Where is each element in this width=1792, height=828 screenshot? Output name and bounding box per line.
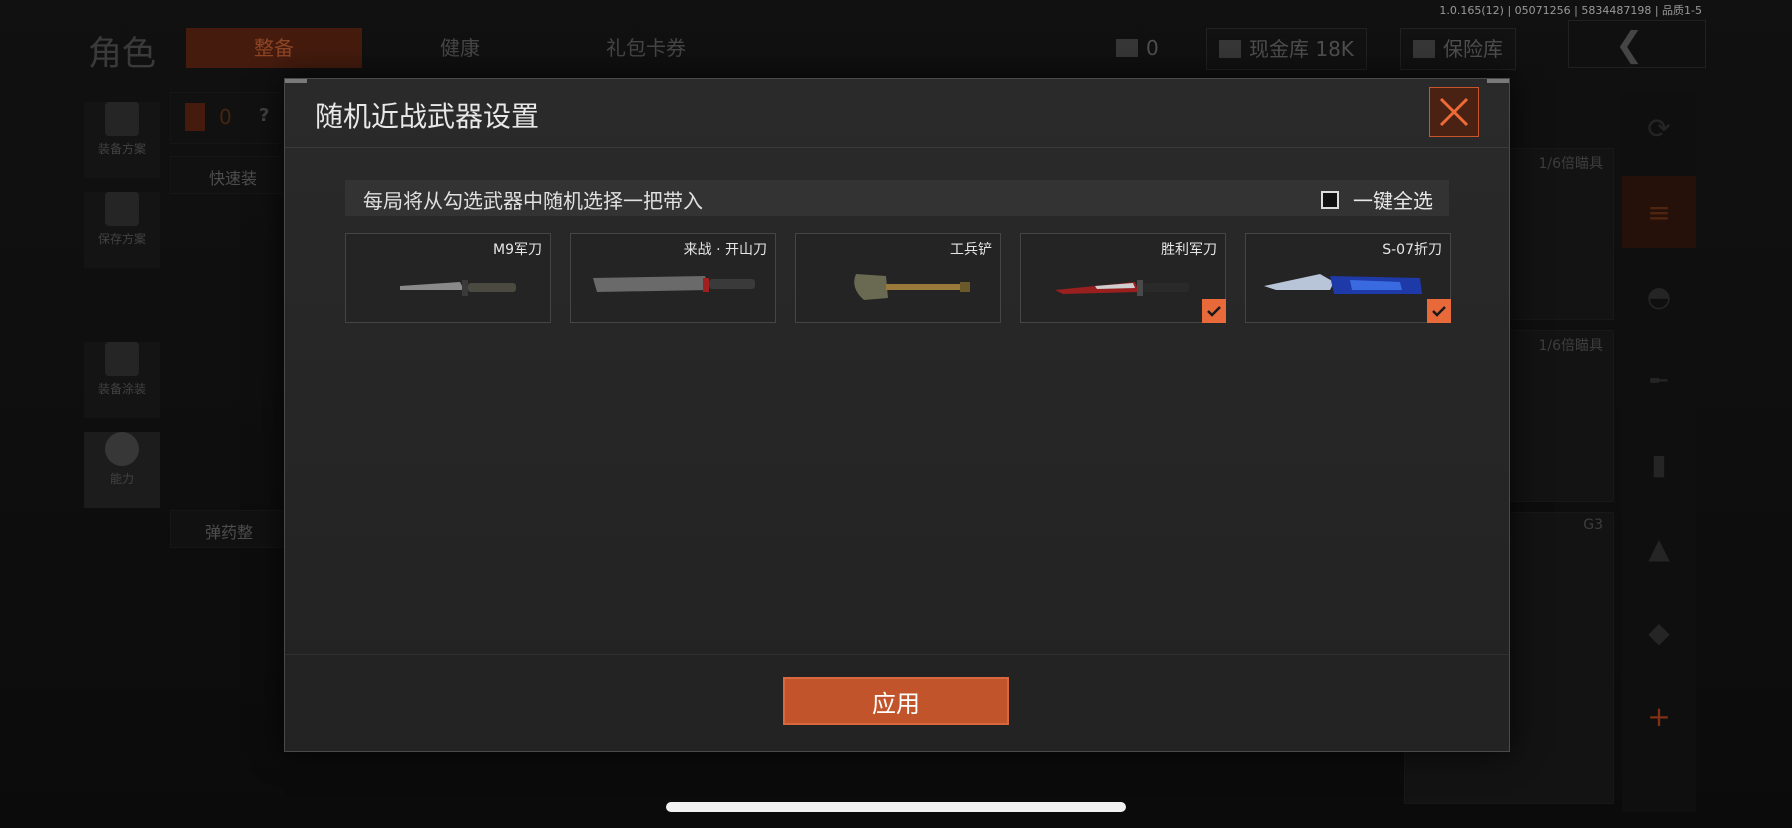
checkmark-icon [1207, 306, 1221, 317]
weapon-name: S-07折刀 [1382, 242, 1442, 258]
weapon-card-m9[interactable]: M9军刀 [345, 233, 551, 323]
select-all-checkbox[interactable] [1321, 190, 1339, 209]
machete-icon [593, 276, 755, 292]
weapon-card-s07-folding-knife[interactable]: S-07折刀 [1245, 233, 1451, 323]
close-icon [1439, 97, 1469, 127]
weapon-card-shovel[interactable]: 工兵铲 [795, 233, 1001, 323]
select-all-label: 一键全选 [1353, 189, 1433, 213]
weapon-card-victory-knife[interactable]: 胜利军刀 [1020, 233, 1226, 323]
info-bar: 每局将从勾选武器中随机选择一把带入 一键全选 [345, 180, 1449, 216]
folding-knife-icon [1264, 274, 1422, 294]
weapon-card-machete[interactable]: 来战 · 开山刀 [570, 233, 776, 323]
victory-knife-icon [1055, 280, 1189, 296]
info-text: 每局将从勾选武器中随机选择一把带入 [363, 189, 703, 213]
weapon-checkbox[interactable] [1427, 299, 1451, 323]
select-all-toggle[interactable]: 一键全选 [1321, 185, 1433, 214]
random-melee-dialog: 随机近战武器设置 每局将从勾选武器中随机选择一把带入 一键全选 M9军刀 来战 … [284, 78, 1510, 752]
weapon-name: 来战 · 开山刀 [683, 242, 767, 258]
dialog-header: 随机近战武器设置 [285, 79, 1509, 148]
m9-bayonet-icon [400, 280, 516, 296]
weapon-name: 工兵铲 [950, 242, 992, 258]
home-indicator[interactable] [666, 802, 1126, 812]
weapon-checkbox[interactable] [1202, 299, 1226, 323]
dialog-footer: 应用 [285, 654, 1509, 751]
close-button[interactable] [1429, 87, 1479, 137]
checkmark-icon [1432, 306, 1446, 317]
weapon-name: M9军刀 [493, 242, 542, 258]
weapon-grid: M9军刀 来战 · 开山刀 工兵铲 胜利军刀 S-07折刀 [345, 233, 1451, 323]
shovel-icon [854, 274, 970, 300]
dialog-title: 随机近战武器设置 [315, 100, 540, 133]
apply-button[interactable]: 应用 [783, 677, 1009, 725]
weapon-name: 胜利军刀 [1161, 242, 1217, 258]
